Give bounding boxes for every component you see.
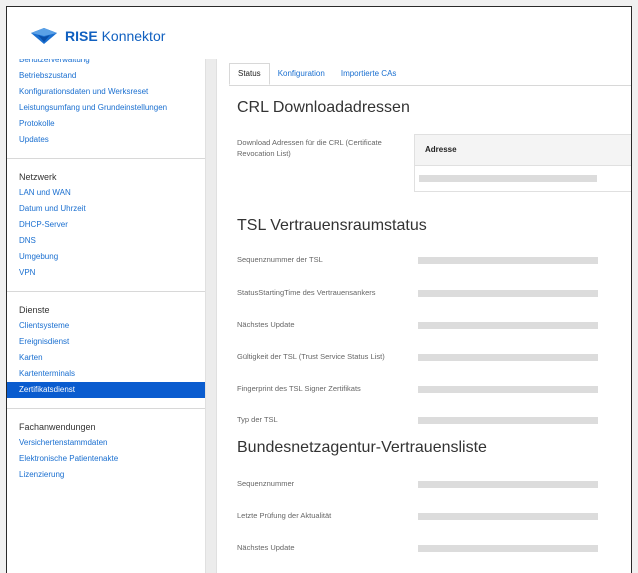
tab-bar: Status Konfiguration Importierte CAs [229,63,631,86]
tsl-row-sequenznummer: Sequenznummer der TSL [237,255,323,264]
bnetza-value-letzte-pruefung [418,513,598,520]
sidebar-item-karten[interactable]: Karten [7,350,205,366]
crl-label: Download Adressen für die CRL (Certifica… [237,138,382,158]
tsl-value-sequenznummer [418,257,598,264]
tsl-section-title: TSL Vertrauensraumstatus [237,217,427,234]
sidebar-item-updates[interactable]: Updates [7,132,205,148]
tsl-value-typ [418,417,598,424]
rise-logo[interactable]: RISE Konnektor [29,27,165,45]
tsl-row-gueltigkeit: Gültigkeit der TSL (Trust Service Status… [237,352,385,361]
sidebar-item-clientsysteme[interactable]: Clientsysteme [7,318,205,334]
sidebar-item-datum-uhrzeit[interactable]: Datum und Uhrzeit [7,201,205,217]
crl-address-value [419,175,597,182]
sidebar-item-protokolle[interactable]: Protokolle [7,116,205,132]
sidebar: Benutzerverwaltung Betriebszustand Konfi… [7,59,205,573]
tsl-row-typ: Typ der TSL [237,415,278,424]
tsl-value-fingerprint [418,386,598,393]
app-window: RISE Konnektor Benutzerverwaltung Betrie… [6,6,632,573]
tsl-row-statusstartingtime: StatusStartingTime des Vertrauensankers [237,288,376,297]
tab-importierte-cas[interactable]: Importierte CAs [333,63,405,85]
tsl-value-naechstes-update [418,322,598,329]
sidebar-item-kartenterminals[interactable]: Kartenterminals [7,366,205,382]
sidebar-item-ereignisdienst[interactable]: Ereignisdienst [7,334,205,350]
sidebar-divider [7,158,205,159]
tsl-row-fingerprint: Fingerprint des TSL Signer Zertifikats [237,384,361,393]
tab-konfiguration[interactable]: Konfiguration [270,63,333,85]
bnetza-row-sequenznummer: Sequenznummer [237,479,295,488]
crl-section-title: CRL Downloadadressen [237,99,410,116]
sidebar-heading-netzwerk: Netzwerk [19,172,57,182]
bnetza-row-naechstes-update: Nächstes Update [237,543,295,552]
sidebar-item-dhcp-server[interactable]: DHCP-Server [7,217,205,233]
sidebar-divider [7,291,205,292]
sidebar-item-konfigurationsdaten[interactable]: Konfigurationsdaten und Werksreset [7,84,205,100]
sidebar-item-elektronische-patientenakte[interactable]: Elektronische Patientenakte [7,451,205,467]
rise-diamond-icon [31,28,57,44]
bnetza-value-naechstes-update [418,545,598,552]
sidebar-heading-dienste: Dienste [19,305,50,315]
sidebar-item-vpn[interactable]: VPN [7,265,205,281]
sidebar-item-zertifikatsdienst[interactable]: Zertifikatsdienst [7,382,205,398]
tsl-row-naechstes-update: Nächstes Update [237,320,295,329]
sidebar-item-benutzerverwaltung[interactable]: Benutzerverwaltung [7,59,205,68]
sidebar-item-lan-wan[interactable]: LAN und WAN [7,185,205,201]
crl-address-table: Adresse [414,134,631,192]
bnetza-value-sequenznummer [418,481,598,488]
sidebar-item-lizenzierung[interactable]: Lizenzierung [7,467,205,483]
logo-text: RISE Konnektor [65,28,166,44]
sidebar-divider [7,408,205,409]
bnetza-section-title: Bundesnetzagentur-Vertrauensliste [237,439,487,456]
bnetza-row-letzte-pruefung: Letzte Prüfung der Aktualität [237,511,332,520]
sidebar-item-umgebung[interactable]: Umgebung [7,249,205,265]
sidebar-item-dns[interactable]: DNS [7,233,205,249]
sidebar-item-versichertenstammdaten[interactable]: Versichertenstammdaten [7,435,205,451]
tsl-value-gueltigkeit [418,354,598,361]
tsl-value-statusstartingtime [418,290,598,297]
crl-column-header: Adresse [415,135,631,166]
sidebar-item-leistungsumfang[interactable]: Leistungsumfang und Grundeinstellungen [7,100,205,116]
main-content: Status Konfiguration Importierte CAs CRL… [225,59,631,573]
sidebar-resize-rail[interactable] [205,59,217,573]
sidebar-heading-fachanwendungen: Fachanwendungen [19,422,96,432]
tab-status[interactable]: Status [229,63,270,85]
app-header: RISE Konnektor [7,7,631,59]
sidebar-item-betriebszustand[interactable]: Betriebszustand [7,68,205,84]
